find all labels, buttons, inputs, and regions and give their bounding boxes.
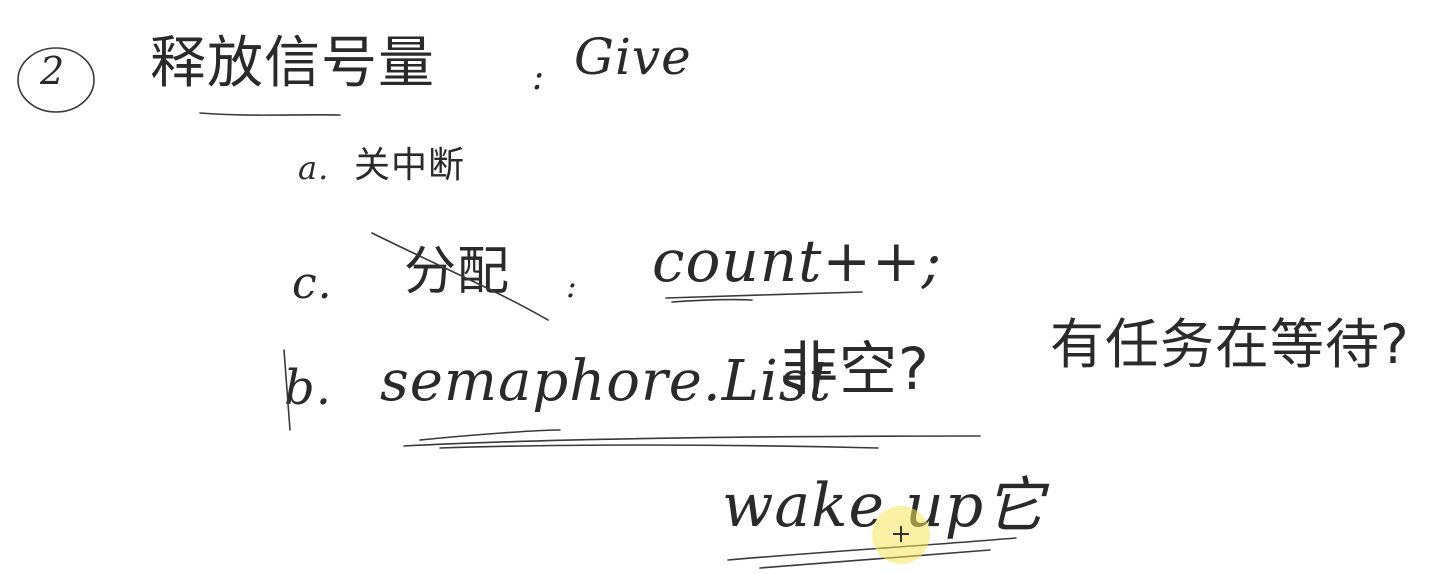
title-underline <box>199 112 341 116</box>
title-separator: : <box>532 57 546 98</box>
step-b-label: b. <box>284 360 332 416</box>
step-a-text: 关中断 <box>354 145 466 186</box>
section-marker: 2 <box>40 49 66 93</box>
whiteboard-canvas[interactable]: 2 释放信号量 : Give a. 关中断 c. 分配 : count++; b… <box>0 0 1455 574</box>
wake-underline-2 <box>759 549 991 569</box>
list-underline-2 <box>439 444 879 449</box>
list-underline-3 <box>419 429 561 441</box>
title-chinese: 释放信号量 <box>150 31 435 96</box>
crosshair-cursor-icon <box>893 526 909 542</box>
step-c-struck-text: 分配 <box>404 242 511 302</box>
step-b-question: 有任务在等待? <box>1050 313 1410 376</box>
step-c-code: count++; <box>652 227 943 295</box>
list-underline-1 <box>403 435 981 447</box>
title-english: Give <box>574 28 692 86</box>
step-a-label: a. <box>298 149 330 187</box>
count-underline-2 <box>671 298 753 303</box>
step-c-label: c. <box>292 258 333 309</box>
step-b-text: 非空? <box>780 335 930 403</box>
step-c-separator: : <box>566 267 578 305</box>
step-b-list: semaphore.List <box>380 349 833 414</box>
